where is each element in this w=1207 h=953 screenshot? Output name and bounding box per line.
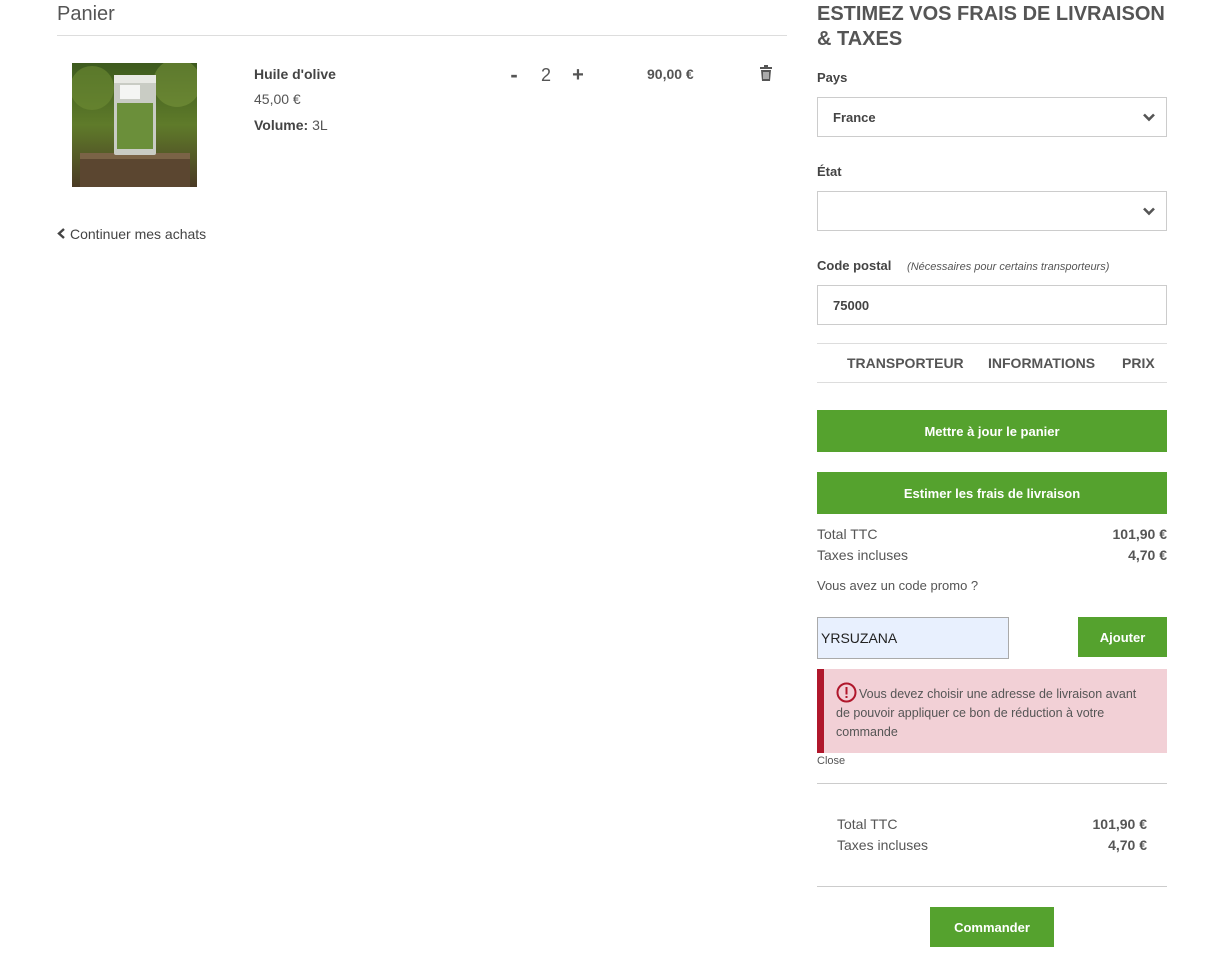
add-promo-button[interactable]: Ajouter xyxy=(1078,617,1167,657)
shipping-estimate-panel: ESTIMEZ VOS FRAIS DE LIVRAISON & TAXES P… xyxy=(817,0,1167,947)
postcode-note: (Nécessaires pour certains transporteurs… xyxy=(907,261,1110,273)
taxes-value: 4,70 € xyxy=(1128,547,1167,563)
divider xyxy=(817,783,1167,784)
column-price: PRIX xyxy=(1122,355,1155,371)
product-thumbnail[interactable] xyxy=(72,63,197,187)
summary-taxes-row: Taxes incluses 4,70 € xyxy=(837,837,1147,853)
country-label: Pays xyxy=(817,70,848,85)
quantity-decrease-button[interactable]: - xyxy=(500,62,528,88)
product-name[interactable]: Huile d'olive xyxy=(254,66,336,82)
divider xyxy=(817,886,1167,887)
trash-icon[interactable] xyxy=(759,65,773,81)
chevron-down-icon xyxy=(1142,204,1156,218)
taxes-label: Taxes incluses xyxy=(817,547,909,563)
country-select[interactable]: France xyxy=(817,97,1167,137)
order-button[interactable]: Commander xyxy=(930,907,1054,947)
cart-line-item: Huile d'olive 45,00 € Volume: 3L - 2 + 9… xyxy=(57,36,787,196)
quantity-stepper: - 2 + xyxy=(500,62,592,88)
promo-code-question[interactable]: Vous avez un code promo ? xyxy=(817,578,978,593)
total-ttc-value: 101,90 € xyxy=(1112,526,1168,542)
chevron-down-icon xyxy=(1142,110,1156,124)
taxes-row: Taxes incluses 4,70 € xyxy=(817,547,1167,563)
exclamation-circle-icon xyxy=(836,682,857,703)
promo-error-alert: Vous devez choisir une adresse de livrai… xyxy=(817,669,1167,753)
line-total: 90,00 € xyxy=(647,66,694,82)
summary-total-value: 101,90 € xyxy=(1092,816,1148,832)
continue-shopping-link[interactable]: Continuer mes achats xyxy=(57,226,206,242)
postcode-label: Code postal xyxy=(817,258,892,273)
quantity-value[interactable]: 2 xyxy=(528,65,564,86)
product-attribute-value: 3L xyxy=(312,117,328,133)
cart-section: Panier Huile d'olive 45,00 € Volume: 3L … xyxy=(57,0,787,242)
shipping-estimate-title: ESTIMEZ VOS FRAIS DE LIVRAISON & TAXES xyxy=(817,3,1165,50)
continue-shopping-label: Continuer mes achats xyxy=(70,226,207,242)
total-ttc-label: Total TTC xyxy=(817,526,878,542)
product-attribute: Volume: 3L xyxy=(254,117,328,133)
summary-taxes-value: 4,70 € xyxy=(1108,837,1147,853)
total-ttc-row: Total TTC 101,90 € xyxy=(817,526,1167,542)
carrier-table-header: TRANSPORTEUR INFORMATIONS PRIX xyxy=(817,343,1167,383)
promo-error-message: Vous devez choisir une adresse de livrai… xyxy=(836,687,1137,739)
update-cart-button[interactable]: Mettre à jour le panier xyxy=(817,410,1167,452)
state-select[interactable] xyxy=(817,191,1167,231)
chevron-left-icon xyxy=(57,226,66,242)
summary-taxes-label: Taxes incluses xyxy=(837,837,929,853)
product-unit-price: 45,00 € xyxy=(254,91,301,107)
quantity-increase-button[interactable]: + xyxy=(564,64,592,87)
column-information: INFORMATIONS xyxy=(988,355,1096,371)
close-alert-link[interactable]: Close xyxy=(817,755,845,767)
postcode-label-row: Code postal (Nécessaires pour certains t… xyxy=(817,258,1109,273)
state-label: État xyxy=(817,164,842,179)
promo-code-input[interactable]: YRSUZANA xyxy=(817,617,1009,659)
postcode-input[interactable]: 75000 xyxy=(817,285,1167,325)
summary-total-label: Total TTC xyxy=(837,816,898,832)
cart-title: Panier xyxy=(57,0,787,36)
summary-total-row: Total TTC 101,90 € xyxy=(837,816,1147,832)
product-attribute-label: Volume: xyxy=(254,117,309,133)
country-select-value: France xyxy=(833,109,876,125)
estimate-shipping-button[interactable]: Estimer les frais de livraison xyxy=(817,472,1167,514)
column-carrier: TRANSPORTEUR xyxy=(847,355,964,371)
